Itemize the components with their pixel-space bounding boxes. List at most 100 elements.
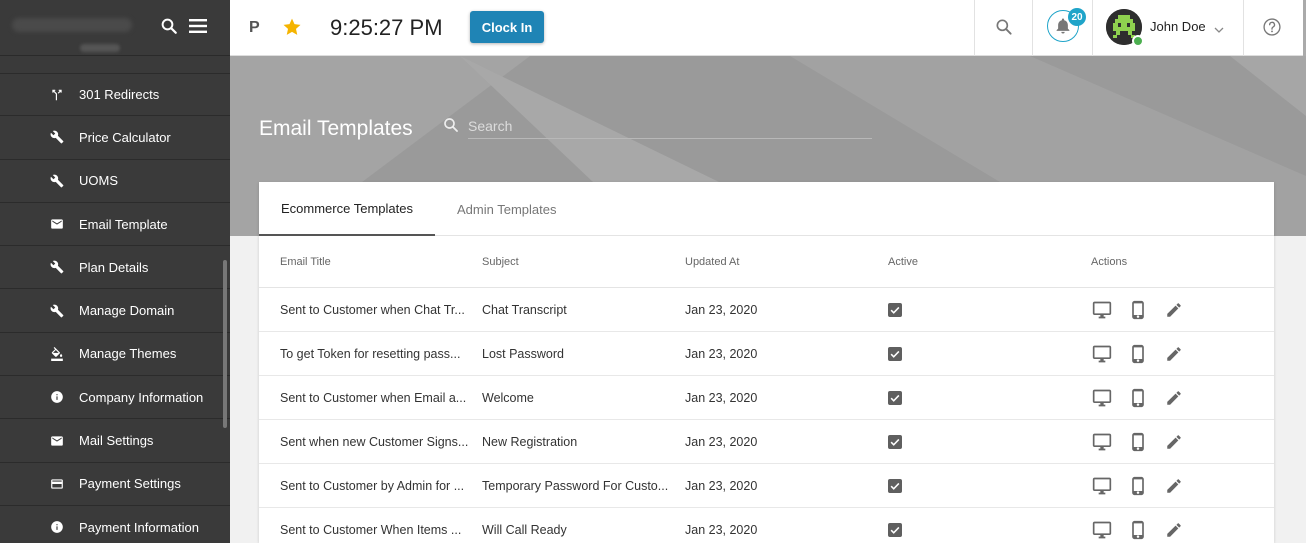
column-header-updated-at[interactable]: Updated At bbox=[685, 256, 888, 268]
edit-pencil-icon[interactable] bbox=[1163, 519, 1185, 541]
edit-pencil-icon[interactable] bbox=[1163, 343, 1185, 365]
sidebar-item-uoms[interactable]: UOMS bbox=[0, 160, 230, 203]
table-row[interactable]: Sent to Customer When Items ... Will Call… bbox=[259, 508, 1274, 543]
updated-at-cell: Jan 23, 2020 bbox=[685, 522, 758, 537]
hamburger-menu-icon[interactable] bbox=[188, 17, 208, 35]
sidebar-item-manage-themes[interactable]: Manage Themes bbox=[0, 333, 230, 377]
search-icon[interactable] bbox=[994, 17, 1014, 37]
email-title-cell[interactable]: To get Token for resetting pass... bbox=[259, 347, 482, 361]
table-row[interactable]: Sent to Customer by Admin for ... Tempora… bbox=[259, 464, 1274, 508]
actions-cell bbox=[1091, 431, 1271, 453]
active-cell bbox=[888, 390, 1091, 405]
desktop-preview-icon[interactable] bbox=[1091, 343, 1113, 365]
sidebar-item-email-template[interactable]: Email Template bbox=[0, 203, 230, 247]
sidebar-item-label: Manage Domain bbox=[79, 303, 175, 319]
check-icon bbox=[890, 438, 900, 446]
active-checkbox[interactable] bbox=[888, 478, 902, 493]
sidebar-item-payment-information[interactable]: Payment Information bbox=[0, 506, 230, 543]
paint-bucket-icon bbox=[49, 346, 65, 362]
active-checkbox[interactable] bbox=[888, 302, 902, 317]
wrench-icon bbox=[49, 129, 65, 145]
p-label[interactable]: P bbox=[249, 19, 260, 37]
subject-cell: New Registration bbox=[482, 434, 578, 449]
email-title-cell[interactable]: Sent to Customer by Admin for ... bbox=[259, 479, 482, 493]
updated-at-cell: Jan 23, 2020 bbox=[685, 390, 758, 405]
sidebar-item-301-redirects[interactable]: 301 Redirects bbox=[0, 73, 230, 117]
sidebar-item-plan-details[interactable]: Plan Details bbox=[0, 246, 230, 290]
edit-pencil-icon[interactable] bbox=[1163, 431, 1185, 453]
active-cell bbox=[888, 478, 1091, 493]
mobile-preview-icon[interactable] bbox=[1127, 387, 1149, 409]
mobile-preview-icon[interactable] bbox=[1127, 475, 1149, 497]
sidebar-item-price-calculator[interactable]: Price Calculator bbox=[0, 116, 230, 160]
tab-admin-templates[interactable]: Admin Templates bbox=[435, 182, 578, 236]
check-icon bbox=[890, 526, 900, 534]
sidebar-item-label: Payment Settings bbox=[79, 476, 181, 492]
desktop-preview-icon[interactable] bbox=[1091, 387, 1113, 409]
active-cell bbox=[888, 346, 1091, 361]
user-name[interactable]: John Doe bbox=[1150, 19, 1206, 34]
edit-pencil-icon[interactable] bbox=[1163, 387, 1185, 409]
desktop-preview-icon[interactable] bbox=[1091, 431, 1113, 453]
search-input[interactable] bbox=[468, 113, 872, 139]
notifications-button[interactable]: 20 bbox=[1047, 8, 1086, 42]
brand-logo bbox=[12, 18, 132, 32]
table-row[interactable]: Sent to Customer when Email a... Welcome J… bbox=[259, 376, 1274, 420]
table-header: Email Title Subject Updated At Active Action… bbox=[259, 236, 1274, 288]
subject-cell: Chat Transcript bbox=[482, 302, 567, 317]
updated-at-cell: Jan 23, 2020 bbox=[685, 302, 758, 317]
redirect-icon bbox=[49, 87, 65, 103]
search-icon bbox=[442, 116, 460, 134]
wrench-icon bbox=[49, 173, 65, 189]
clock-in-button[interactable]: Clock In bbox=[470, 11, 544, 43]
notification-count-badge: 20 bbox=[1068, 8, 1086, 26]
desktop-preview-icon[interactable] bbox=[1091, 299, 1113, 321]
email-title-cell[interactable]: Sent to Customer When Items ... bbox=[259, 523, 482, 537]
column-header-subject[interactable]: Subject bbox=[482, 256, 685, 268]
mobile-preview-icon[interactable] bbox=[1127, 343, 1149, 365]
table-row[interactable]: Sent to Customer when Chat Tr... Chat Tra… bbox=[259, 288, 1274, 332]
sidebar: 301 Redirects Price Calculator UOMS Email T… bbox=[0, 0, 230, 543]
sidebar-item-payment-settings[interactable]: Payment Settings bbox=[0, 463, 230, 506]
divider bbox=[1032, 0, 1033, 56]
email-title-cell[interactable]: Sent to Customer when Email a... bbox=[259, 391, 482, 405]
sidebar-menu: 301 Redirects Price Calculator UOMS Email T… bbox=[0, 73, 230, 543]
table-row[interactable]: Sent when new Customer Signs... New Regis… bbox=[259, 420, 1274, 464]
sidebar-item-label: Plan Details bbox=[79, 259, 149, 275]
column-header-active[interactable]: Active bbox=[888, 256, 1091, 268]
active-checkbox[interactable] bbox=[888, 390, 902, 405]
sidebar-item-manage-domain[interactable]: Manage Domain bbox=[0, 289, 230, 333]
sidebar-item-label: Payment Information bbox=[79, 519, 199, 535]
column-header-email-title[interactable]: Email Title bbox=[259, 256, 482, 268]
help-icon[interactable] bbox=[1262, 17, 1282, 37]
search-icon[interactable] bbox=[160, 17, 178, 35]
mobile-preview-icon[interactable] bbox=[1127, 299, 1149, 321]
actions-cell bbox=[1091, 475, 1271, 497]
sidebar-item-company-information[interactable]: Company Information bbox=[0, 376, 230, 420]
sidebar-scrollbar[interactable] bbox=[223, 260, 227, 428]
active-checkbox[interactable] bbox=[888, 434, 902, 449]
email-title-cell[interactable]: Sent to Customer when Chat Tr... bbox=[259, 303, 482, 317]
table-row[interactable]: To get Token for resetting pass... Lost P… bbox=[259, 332, 1274, 376]
avatar[interactable] bbox=[1106, 9, 1144, 47]
desktop-preview-icon[interactable] bbox=[1091, 475, 1113, 497]
sidebar-item-label: Price Calculator bbox=[79, 129, 171, 145]
actions-cell bbox=[1091, 387, 1271, 409]
desktop-preview-icon[interactable] bbox=[1091, 519, 1113, 541]
edit-pencil-icon[interactable] bbox=[1163, 475, 1185, 497]
edit-pencil-icon[interactable] bbox=[1163, 299, 1185, 321]
check-icon bbox=[890, 306, 900, 314]
active-checkbox[interactable] bbox=[888, 522, 902, 537]
active-checkbox[interactable] bbox=[888, 346, 902, 361]
sidebar-item-mail-settings[interactable]: Mail Settings bbox=[0, 419, 230, 463]
wrench-icon bbox=[49, 303, 65, 319]
star-icon[interactable] bbox=[282, 17, 302, 37]
updated-at-cell: Jan 23, 2020 bbox=[685, 434, 758, 449]
mobile-preview-icon[interactable] bbox=[1127, 431, 1149, 453]
chevron-down-icon[interactable] bbox=[1214, 22, 1224, 33]
mobile-preview-icon[interactable] bbox=[1127, 519, 1149, 541]
column-header-actions[interactable]: Actions bbox=[1091, 256, 1271, 268]
tab-ecommerce-templates[interactable]: Ecommerce Templates bbox=[259, 182, 435, 236]
email-title-cell[interactable]: Sent when new Customer Signs... bbox=[259, 435, 482, 449]
online-status-icon bbox=[1132, 35, 1144, 47]
